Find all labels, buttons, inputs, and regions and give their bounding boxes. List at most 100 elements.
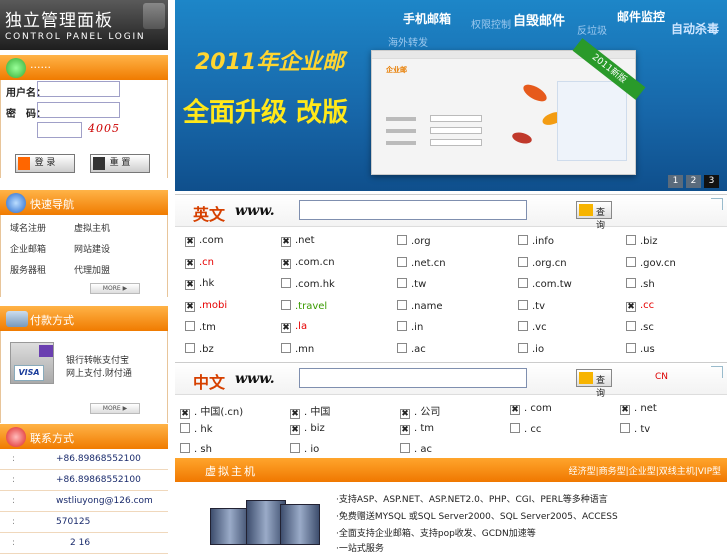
tld-checkbox[interactable] [397, 299, 407, 310]
tld-option[interactable]: .ac [397, 343, 426, 355]
login-button[interactable]: 登 录 [15, 154, 75, 173]
tld-option[interactable]: .net.cn [397, 256, 446, 269]
promo-banner[interactable]: 手机邮箱 邮件监控 自毁邮件 反垃圾 自动杀毒 海外转发 权限控制 2011年企… [175, 0, 727, 191]
tld-checkbox[interactable]: ✖ [620, 405, 630, 415]
tld-checkbox[interactable] [518, 321, 528, 332]
tld-checkbox[interactable] [518, 343, 528, 353]
tld-option[interactable]: . io [290, 443, 319, 455]
nav-link[interactable]: 域名注册 [10, 221, 46, 234]
tld-option[interactable]: .tw [397, 278, 426, 290]
tld-checkbox[interactable] [626, 256, 636, 267]
tld-checkbox[interactable]: ✖ [626, 301, 636, 312]
username-input[interactable] [37, 81, 120, 97]
tld-checkbox[interactable] [397, 278, 407, 289]
nav-more-button[interactable]: MORE ▶ [90, 283, 140, 294]
tld-checkbox[interactable] [400, 443, 410, 453]
tld-checkbox[interactable] [281, 299, 291, 310]
tld-option[interactable]: .com.tw [518, 278, 572, 290]
banner-page-3[interactable]: 3 [704, 175, 719, 188]
tld-checkbox[interactable] [510, 423, 520, 433]
tld-checkbox[interactable] [397, 321, 407, 332]
nav-link[interactable]: 虚拟主机 [74, 221, 110, 234]
tld-option[interactable]: . ac [400, 443, 432, 455]
tld-checkbox[interactable]: ✖ [185, 280, 195, 291]
cn-domain-input[interactable] [299, 368, 527, 388]
tld-option[interactable]: .org.cn [518, 256, 567, 269]
tld-option[interactable]: ✖ .hk [185, 278, 214, 291]
tld-option[interactable]: .sc [626, 321, 654, 333]
tld-checkbox[interactable] [281, 343, 291, 353]
tld-option[interactable]: ✖ .cc [626, 300, 654, 312]
tld-checkbox[interactable] [397, 235, 407, 245]
tld-checkbox[interactable] [620, 423, 630, 433]
tld-checkbox[interactable] [626, 278, 636, 289]
captcha-input[interactable] [37, 122, 82, 138]
tld-option[interactable]: ✖ .com [185, 235, 224, 247]
reset-button[interactable]: 重 置 [90, 154, 150, 173]
tld-checkbox[interactable]: ✖ [185, 237, 195, 247]
password-input[interactable] [37, 102, 120, 118]
tld-checkbox[interactable] [626, 343, 636, 353]
tld-option[interactable]: ✖ . net [620, 403, 657, 415]
tld-option[interactable]: .travel [281, 299, 327, 312]
tld-option[interactable]: .org [397, 235, 431, 247]
banner-page-2[interactable]: 2 [686, 175, 701, 188]
en-search-button[interactable]: 查询 [576, 201, 612, 231]
tld-checkbox[interactable]: ✖ [185, 301, 195, 312]
tld-option[interactable]: . cc [510, 423, 541, 435]
tld-option[interactable]: ✖ . com [510, 403, 552, 415]
tld-option[interactable]: .us [626, 343, 655, 355]
tld-option[interactable]: .bz [185, 343, 214, 355]
tld-option[interactable]: .info [518, 235, 554, 247]
nav-link[interactable]: 企业邮箱 [10, 242, 46, 255]
tld-option[interactable]: .in [397, 321, 423, 333]
tld-option[interactable]: ✖ .net [281, 235, 315, 247]
nav-link[interactable]: 代理加盟 [74, 263, 110, 276]
pay-more-button[interactable]: MORE ▶ [90, 403, 140, 414]
tld-option[interactable]: .com.hk [281, 278, 335, 290]
tld-checkbox[interactable] [397, 343, 407, 353]
tld-option[interactable]: . hk [180, 423, 213, 435]
tld-option[interactable]: ✖ .com.cn [281, 257, 335, 269]
tld-option[interactable]: ✖ .mobi [185, 300, 227, 312]
tld-option[interactable]: . tv [620, 423, 650, 435]
tld-checkbox[interactable]: ✖ [281, 237, 291, 247]
tld-checkbox[interactable] [180, 443, 190, 453]
tld-checkbox[interactable] [518, 299, 528, 310]
tld-option[interactable]: .mn [281, 343, 314, 355]
cn-search-button[interactable]: 查询 [576, 369, 612, 399]
tld-checkbox[interactable] [518, 235, 528, 245]
tld-checkbox[interactable]: ✖ [400, 425, 410, 435]
tld-checkbox[interactable] [185, 343, 195, 353]
tld-checkbox[interactable] [185, 321, 195, 332]
tld-option[interactable]: . sh [180, 443, 212, 455]
tld-checkbox[interactable] [518, 256, 528, 267]
tld-option[interactable]: .io [518, 343, 544, 355]
tld-checkbox[interactable] [397, 256, 407, 267]
tld-option[interactable]: .biz [626, 235, 658, 247]
tld-checkbox[interactable]: ✖ [281, 323, 291, 334]
banner-page-1[interactable]: 1 [668, 175, 683, 188]
tld-checkbox[interactable]: ✖ [510, 405, 520, 415]
tld-option[interactable]: .gov.cn [626, 256, 676, 269]
tld-option[interactable]: .sh [626, 278, 655, 290]
tld-option[interactable]: .name [397, 299, 443, 312]
contact-value[interactable]: wstliuyong@126.com [56, 496, 153, 506]
tld-checkbox[interactable]: ✖ [185, 258, 195, 269]
nav-link[interactable]: 网站建设 [74, 242, 110, 255]
tld-checkbox[interactable]: ✖ [281, 258, 291, 269]
tld-checkbox[interactable] [626, 321, 636, 332]
tld-checkbox[interactable]: ✖ [290, 425, 300, 435]
nav-link[interactable]: 服务器租 [10, 263, 46, 276]
tld-checkbox[interactable] [626, 235, 636, 245]
tld-checkbox[interactable] [180, 423, 190, 433]
tld-option[interactable]: ✖ .la [281, 321, 307, 334]
tld-option[interactable]: .tv [518, 299, 545, 312]
en-domain-input[interactable] [299, 200, 527, 220]
tld-checkbox[interactable] [290, 443, 300, 453]
tld-option[interactable]: ✖ . biz [290, 423, 325, 435]
hosting-links[interactable]: 经济型|商务型|企业型|双线主机|VIP型 [569, 464, 721, 477]
tld-option[interactable]: ✖ .cn [185, 257, 214, 269]
tld-checkbox[interactable] [281, 278, 291, 289]
tld-checkbox[interactable] [518, 278, 528, 289]
